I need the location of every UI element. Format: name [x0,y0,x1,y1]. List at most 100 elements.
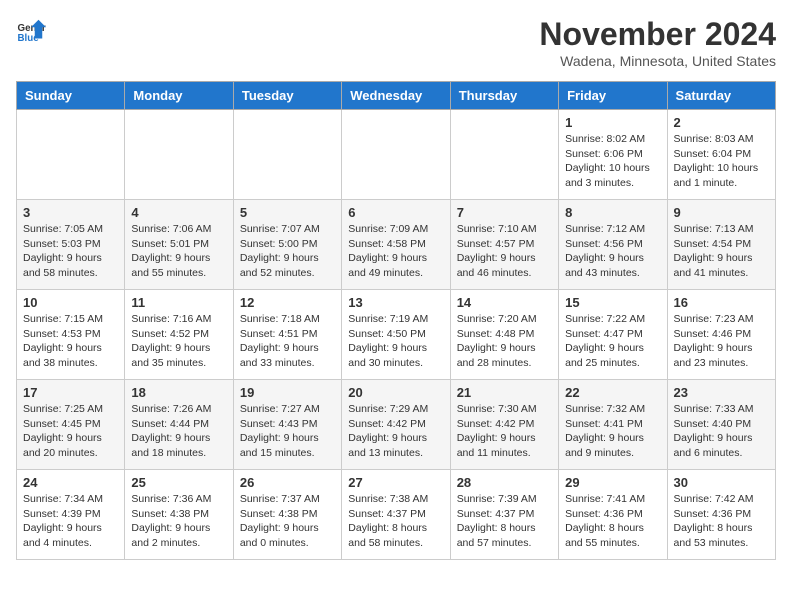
calendar-cell: 4 Sunrise: 7:06 AM Sunset: 5:01 PM Daylig… [125,200,233,290]
day-number: 4 [131,205,226,220]
day-info: Sunrise: 7:42 AM Sunset: 4:36 PM Dayligh… [674,492,769,551]
header: General Blue November 2024 Wadena, Minne… [16,16,776,69]
calendar-cell: 1 Sunrise: 8:02 AM Sunset: 6:06 PM Daylig… [559,110,667,200]
day-info: Sunrise: 7:25 AM Sunset: 4:45 PM Dayligh… [23,402,118,461]
calendar-week-3: 10 Sunrise: 7:15 AM Sunset: 4:53 PM Dayli… [17,290,776,380]
day-number: 1 [565,115,660,130]
day-number: 23 [674,385,769,400]
location-title: Wadena, Minnesota, United States [539,53,776,69]
day-info: Sunrise: 7:27 AM Sunset: 4:43 PM Dayligh… [240,402,335,461]
calendar-cell: 16Sunrise: 7:23 AM Sunset: 4:46 PM Dayli… [667,290,775,380]
calendar-cell [17,110,125,200]
day-number: 5 [240,205,335,220]
calendar-cell: 18 Sunrise: 7:26 AM Sunset: 4:44 PM Dayli… [125,380,233,470]
day-info: Sunrise: 7:33 AM Sunset: 4:40 PM Dayligh… [674,402,769,461]
calendar-cell: 7Sunrise: 7:10 AM Sunset: 4:57 PM Daylig… [450,200,558,290]
day-info: Sunrise: 7:26 AM Sunset: 4:44 PM Dayligh… [131,402,226,461]
calendar-cell: 3 Sunrise: 7:05 AM Sunset: 5:03 PM Daylig… [17,200,125,290]
day-info: Sunrise: 7:12 AM Sunset: 4:56 PM Dayligh… [565,222,660,281]
calendar-cell: 11 Sunrise: 7:16 AM Sunset: 4:52 PM Dayli… [125,290,233,380]
day-number: 28 [457,475,552,490]
calendar-cell: 28 Sunrise: 7:39 AM Sunset: 4:37 PM Dayli… [450,470,558,560]
calendar-cell [342,110,450,200]
calendar-cell: 2Sunrise: 8:03 AM Sunset: 6:04 PM Daylig… [667,110,775,200]
day-header-tuesday: Tuesday [233,82,341,110]
day-header-thursday: Thursday [450,82,558,110]
day-header-friday: Friday [559,82,667,110]
day-number: 20 [348,385,443,400]
calendar-cell: 30 Sunrise: 7:42 AM Sunset: 4:36 PM Dayli… [667,470,775,560]
day-number: 14 [457,295,552,310]
calendar-cell: 26Sunrise: 7:37 AM Sunset: 4:38 PM Dayli… [233,470,341,560]
day-number: 25 [131,475,226,490]
calendar-cell [233,110,341,200]
day-info: Sunrise: 7:18 AM Sunset: 4:51 PM Dayligh… [240,312,335,371]
day-info: Sunrise: 8:03 AM Sunset: 6:04 PM Dayligh… [674,132,769,191]
day-number: 11 [131,295,226,310]
day-info: Sunrise: 7:09 AM Sunset: 4:58 PM Dayligh… [348,222,443,281]
day-info: Sunrise: 7:19 AM Sunset: 4:50 PM Dayligh… [348,312,443,371]
day-number: 8 [565,205,660,220]
day-info: Sunrise: 7:23 AM Sunset: 4:46 PM Dayligh… [674,312,769,371]
day-number: 18 [131,385,226,400]
title-area: November 2024 Wadena, Minnesota, United … [539,16,776,69]
day-info: Sunrise: 7:39 AM Sunset: 4:37 PM Dayligh… [457,492,552,551]
day-info: Sunrise: 7:30 AM Sunset: 4:42 PM Dayligh… [457,402,552,461]
day-info: Sunrise: 7:34 AM Sunset: 4:39 PM Dayligh… [23,492,118,551]
day-info: Sunrise: 7:41 AM Sunset: 4:36 PM Dayligh… [565,492,660,551]
day-number: 21 [457,385,552,400]
logo-icon: General Blue [16,16,46,46]
day-info: Sunrise: 7:38 AM Sunset: 4:37 PM Dayligh… [348,492,443,551]
calendar-cell: 9Sunrise: 7:13 AM Sunset: 4:54 PM Daylig… [667,200,775,290]
day-number: 13 [348,295,443,310]
day-number: 26 [240,475,335,490]
day-info: Sunrise: 7:15 AM Sunset: 4:53 PM Dayligh… [23,312,118,371]
calendar-week-4: 17 Sunrise: 7:25 AM Sunset: 4:45 PM Dayli… [17,380,776,470]
calendar-cell: 12 Sunrise: 7:18 AM Sunset: 4:51 PM Dayli… [233,290,341,380]
calendar-cell: 24 Sunrise: 7:34 AM Sunset: 4:39 PM Dayli… [17,470,125,560]
calendar-cell: 10 Sunrise: 7:15 AM Sunset: 4:53 PM Dayli… [17,290,125,380]
day-number: 10 [23,295,118,310]
calendar-cell: 6 Sunrise: 7:09 AM Sunset: 4:58 PM Daylig… [342,200,450,290]
calendar-cell: 5 Sunrise: 7:07 AM Sunset: 5:00 PM Daylig… [233,200,341,290]
calendar-cell: 14 Sunrise: 7:20 AM Sunset: 4:48 PM Dayli… [450,290,558,380]
day-header-saturday: Saturday [667,82,775,110]
calendar-cell: 23 Sunrise: 7:33 AM Sunset: 4:40 PM Dayli… [667,380,775,470]
calendar-header-row: SundayMondayTuesdayWednesdayThursdayFrid… [17,82,776,110]
day-info: Sunrise: 7:32 AM Sunset: 4:41 PM Dayligh… [565,402,660,461]
day-number: 30 [674,475,769,490]
calendar-cell: 27 Sunrise: 7:38 AM Sunset: 4:37 PM Dayli… [342,470,450,560]
calendar-cell: 17 Sunrise: 7:25 AM Sunset: 4:45 PM Dayli… [17,380,125,470]
month-title: November 2024 [539,16,776,53]
day-info: Sunrise: 7:36 AM Sunset: 4:38 PM Dayligh… [131,492,226,551]
calendar-cell: 13 Sunrise: 7:19 AM Sunset: 4:50 PM Dayli… [342,290,450,380]
calendar-week-2: 3 Sunrise: 7:05 AM Sunset: 5:03 PM Daylig… [17,200,776,290]
calendar-cell: 21 Sunrise: 7:30 AM Sunset: 4:42 PM Dayli… [450,380,558,470]
day-number: 17 [23,385,118,400]
calendar-cell [125,110,233,200]
day-info: Sunrise: 7:22 AM Sunset: 4:47 PM Dayligh… [565,312,660,371]
day-number: 22 [565,385,660,400]
day-header-sunday: Sunday [17,82,125,110]
calendar-cell: 19 Sunrise: 7:27 AM Sunset: 4:43 PM Dayli… [233,380,341,470]
day-info: Sunrise: 7:16 AM Sunset: 4:52 PM Dayligh… [131,312,226,371]
day-info: Sunrise: 7:06 AM Sunset: 5:01 PM Dayligh… [131,222,226,281]
calendar-cell: 20 Sunrise: 7:29 AM Sunset: 4:42 PM Dayli… [342,380,450,470]
day-info: Sunrise: 7:10 AM Sunset: 4:57 PM Dayligh… [457,222,552,281]
day-number: 24 [23,475,118,490]
day-number: 9 [674,205,769,220]
day-number: 12 [240,295,335,310]
day-info: Sunrise: 7:05 AM Sunset: 5:03 PM Dayligh… [23,222,118,281]
day-number: 6 [348,205,443,220]
day-info: Sunrise: 7:29 AM Sunset: 4:42 PM Dayligh… [348,402,443,461]
day-number: 3 [23,205,118,220]
calendar-table: SundayMondayTuesdayWednesdayThursdayFrid… [16,81,776,560]
day-number: 19 [240,385,335,400]
day-info: Sunrise: 7:07 AM Sunset: 5:00 PM Dayligh… [240,222,335,281]
calendar-cell: 22 Sunrise: 7:32 AM Sunset: 4:41 PM Dayli… [559,380,667,470]
calendar-cell: 29Sunrise: 7:41 AM Sunset: 4:36 PM Dayli… [559,470,667,560]
day-header-monday: Monday [125,82,233,110]
day-info: Sunrise: 8:02 AM Sunset: 6:06 PM Dayligh… [565,132,660,191]
day-info: Sunrise: 7:20 AM Sunset: 4:48 PM Dayligh… [457,312,552,371]
day-number: 27 [348,475,443,490]
